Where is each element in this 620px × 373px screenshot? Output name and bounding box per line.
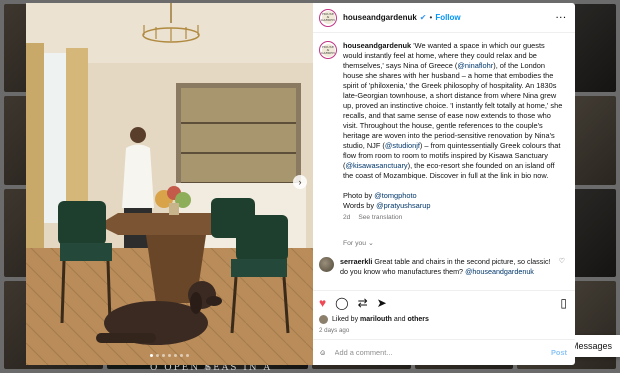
photo-credit: Photo by @tomgphoto (343, 191, 565, 201)
follow-button[interactable]: Follow (435, 13, 460, 22)
caption-meta: 2d See translation (343, 213, 565, 223)
for-you-label: For you (343, 240, 367, 247)
carousel-dot (174, 354, 177, 357)
words-credit: Words by @pratyushsarup (343, 201, 565, 211)
chevron-right-icon: › (298, 177, 302, 187)
likes-line: Liked by marilouth and others (313, 314, 575, 325)
caption-text: houseandgardenuk 'We wanted a space in w… (343, 41, 562, 180)
for-you-dropdown[interactable]: For you ⌄ (343, 239, 565, 249)
likes-text: Liked by marilouth and others (332, 316, 429, 323)
next-photo-button[interactable]: › (293, 175, 307, 189)
liker-avatar (319, 315, 328, 324)
mention-kisawasanctuary[interactable]: @kisawasanctuary (345, 161, 407, 170)
comment-body: serraerkli Great table and chairs in the… (340, 257, 553, 276)
comment: serraerkli Great table and chairs in the… (319, 257, 565, 276)
words-credit-prefix: Words by (343, 201, 377, 210)
caption-body: houseandgardenuk 'We wanted a space in w… (343, 41, 565, 223)
carousel-indicator (26, 354, 313, 357)
see-translation-link[interactable]: See translation (358, 214, 402, 221)
post-header: HOUSE & GARDEN houseandgardenuk ✔ • Foll… (313, 3, 575, 33)
caption-avatar-logo: HOUSE & GARDEN (320, 43, 336, 57)
comments-scroll-area[interactable]: HOUSE & GARDEN houseandgardenuk 'We want… (313, 33, 575, 290)
add-comment-bar: ☺ Post (313, 339, 575, 365)
comment-icon[interactable]: ◯ (335, 296, 348, 310)
post-modal: › HOUSE & GARDEN houseandgardenuk ✔ • Fo… (26, 3, 575, 365)
post-actions: ♥ ◯ ⇄ ➤ ▯ (313, 290, 575, 314)
post-details-panel: HOUSE & GARDEN houseandgardenuk ✔ • Foll… (313, 3, 575, 365)
photo-credit-prefix: Photo by (343, 191, 375, 200)
dining-room-photo (26, 3, 313, 365)
carousel-dot (150, 354, 153, 357)
likes-suffix: and (391, 316, 408, 323)
more-options-icon[interactable]: ··· (556, 13, 567, 22)
chevron-down-icon: ⌄ (367, 240, 374, 247)
commenter-avatar[interactable] (319, 257, 334, 272)
post-comment-button[interactable]: Post (551, 348, 567, 357)
author-avatar[interactable]: HOUSE & GARDEN (319, 8, 337, 27)
comment-text: Great table and chairs in the second pic… (372, 257, 551, 266)
emoji-icon[interactable]: ☺ (319, 348, 327, 357)
author-username[interactable]: houseandgardenuk (343, 13, 417, 22)
carousel-dot (180, 354, 183, 357)
mention-ninaflohr[interactable]: @ninaflohr (457, 61, 493, 70)
likes-prefix: Liked by (332, 316, 361, 323)
mention-studionjf[interactable]: @studionjf (385, 141, 420, 150)
caption-avatar[interactable]: HOUSE & GARDEN (319, 41, 337, 59)
post-photo[interactable]: › (26, 3, 313, 365)
verified-badge-icon: ✔ (419, 13, 427, 22)
posted-time: 2 days ago (319, 327, 350, 334)
caption: HOUSE & GARDEN houseandgardenuk 'We want… (319, 41, 565, 223)
likes-others-link[interactable]: others (408, 316, 429, 323)
bookmark-icon[interactable]: ▯ (560, 296, 567, 310)
carousel-dot (168, 354, 171, 357)
carousel-dot (156, 354, 159, 357)
mention-houseandgardenuk[interactable]: @houseandgardenuk (465, 267, 534, 276)
separator: • (429, 13, 433, 22)
mention-tomgphoto[interactable]: @tomgphoto (374, 191, 416, 200)
comment-text-2: do you know who manufactures them? (340, 266, 466, 276)
liker-username[interactable]: marilouth (360, 316, 392, 323)
repost-icon[interactable]: ⇄ (358, 296, 368, 310)
carousel-dot (186, 354, 189, 357)
avatar-logo: HOUSE & GARDEN (320, 11, 336, 24)
share-icon[interactable]: ➤ (377, 296, 387, 310)
add-comment-input[interactable] (334, 348, 543, 357)
like-comment-icon[interactable]: ♡ (559, 257, 565, 276)
caption-username[interactable]: houseandgardenuk (343, 41, 411, 50)
like-heart-icon[interactable]: ♥ (319, 296, 326, 310)
commenter-username[interactable]: serraerkli (340, 257, 372, 266)
carousel-dot (162, 354, 165, 357)
caption-age: 2d (343, 214, 351, 221)
mention-pratyushsarup[interactable]: @pratyushsarup (376, 201, 430, 210)
caption-part: ), of the London house she shares with h… (343, 61, 563, 150)
